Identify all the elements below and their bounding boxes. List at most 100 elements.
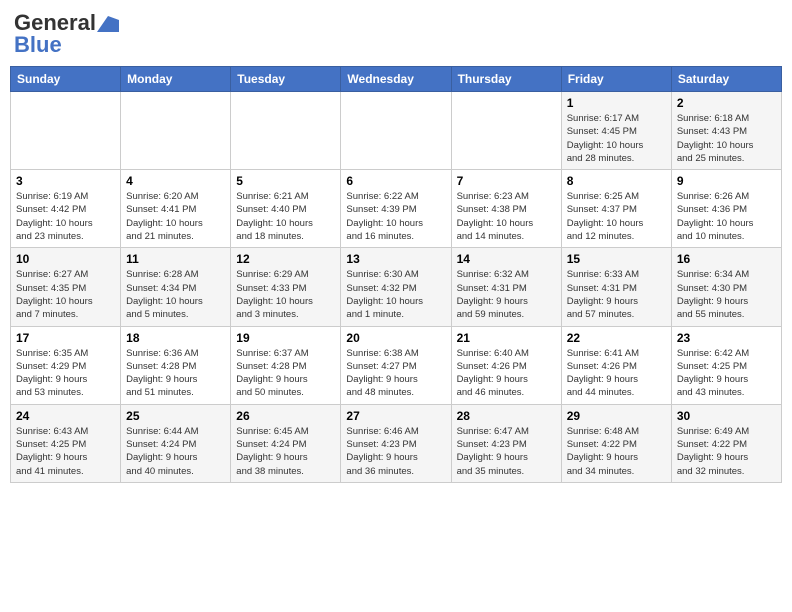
calendar-cell: 24 Sunrise: 6:43 AMSunset: 4:25 PMDayligh…: [11, 404, 121, 482]
day-number: 29: [567, 409, 666, 423]
day-number: 1: [567, 96, 666, 110]
page-header: General Blue: [10, 10, 782, 58]
day-number: 14: [457, 252, 556, 266]
day-number: 15: [567, 252, 666, 266]
calendar-cell: 12 Sunrise: 6:29 AMSunset: 4:33 PMDayligh…: [231, 248, 341, 326]
day-header-thursday: Thursday: [451, 67, 561, 92]
day-info: Sunrise: 6:19 AMSunset: 4:42 PMDaylight:…: [16, 190, 115, 243]
day-number: 21: [457, 331, 556, 345]
day-info: Sunrise: 6:18 AMSunset: 4:43 PMDaylight:…: [677, 112, 776, 165]
day-number: 7: [457, 174, 556, 188]
day-info: Sunrise: 6:40 AMSunset: 4:26 PMDaylight:…: [457, 347, 556, 400]
day-number: 26: [236, 409, 335, 423]
day-header-monday: Monday: [121, 67, 231, 92]
day-info: Sunrise: 6:36 AMSunset: 4:28 PMDaylight:…: [126, 347, 225, 400]
calendar-table: SundayMondayTuesdayWednesdayThursdayFrid…: [10, 66, 782, 483]
calendar-cell: 2 Sunrise: 6:18 AMSunset: 4:43 PMDaylight…: [671, 92, 781, 170]
day-info: Sunrise: 6:48 AMSunset: 4:22 PMDaylight:…: [567, 425, 666, 478]
logo: General Blue: [14, 10, 120, 58]
day-number: 10: [16, 252, 115, 266]
day-number: 16: [677, 252, 776, 266]
day-number: 25: [126, 409, 225, 423]
calendar-cell: 13 Sunrise: 6:30 AMSunset: 4:32 PMDayligh…: [341, 248, 451, 326]
day-number: 4: [126, 174, 225, 188]
calendar-cell: 17 Sunrise: 6:35 AMSunset: 4:29 PMDayligh…: [11, 326, 121, 404]
day-info: Sunrise: 6:37 AMSunset: 4:28 PMDaylight:…: [236, 347, 335, 400]
day-info: Sunrise: 6:25 AMSunset: 4:37 PMDaylight:…: [567, 190, 666, 243]
calendar-cell: 18 Sunrise: 6:36 AMSunset: 4:28 PMDayligh…: [121, 326, 231, 404]
calendar-cell: 6 Sunrise: 6:22 AMSunset: 4:39 PMDaylight…: [341, 170, 451, 248]
calendar-cell: 4 Sunrise: 6:20 AMSunset: 4:41 PMDaylight…: [121, 170, 231, 248]
calendar-cell: 20 Sunrise: 6:38 AMSunset: 4:27 PMDayligh…: [341, 326, 451, 404]
day-number: 8: [567, 174, 666, 188]
calendar-cell: 8 Sunrise: 6:25 AMSunset: 4:37 PMDaylight…: [561, 170, 671, 248]
day-info: Sunrise: 6:41 AMSunset: 4:26 PMDaylight:…: [567, 347, 666, 400]
day-header-sunday: Sunday: [11, 67, 121, 92]
day-info: Sunrise: 6:28 AMSunset: 4:34 PMDaylight:…: [126, 268, 225, 321]
day-info: Sunrise: 6:47 AMSunset: 4:23 PMDaylight:…: [457, 425, 556, 478]
day-number: 20: [346, 331, 445, 345]
day-number: 19: [236, 331, 335, 345]
day-header-wednesday: Wednesday: [341, 67, 451, 92]
calendar-cell: 5 Sunrise: 6:21 AMSunset: 4:40 PMDaylight…: [231, 170, 341, 248]
calendar-cell: 21 Sunrise: 6:40 AMSunset: 4:26 PMDayligh…: [451, 326, 561, 404]
day-header-tuesday: Tuesday: [231, 67, 341, 92]
day-info: Sunrise: 6:32 AMSunset: 4:31 PMDaylight:…: [457, 268, 556, 321]
calendar-cell: 1Sunrise: 6:17 AMSunset: 4:45 PMDaylight…: [561, 92, 671, 170]
day-info: Sunrise: 6:45 AMSunset: 4:24 PMDaylight:…: [236, 425, 335, 478]
logo-blue: Blue: [14, 32, 62, 58]
calendar-cell: 9 Sunrise: 6:26 AMSunset: 4:36 PMDaylight…: [671, 170, 781, 248]
calendar-cell: 15 Sunrise: 6:33 AMSunset: 4:31 PMDayligh…: [561, 248, 671, 326]
calendar-cell: 23 Sunrise: 6:42 AMSunset: 4:25 PMDayligh…: [671, 326, 781, 404]
day-info: Sunrise: 6:43 AMSunset: 4:25 PMDaylight:…: [16, 425, 115, 478]
calendar-cell: [121, 92, 231, 170]
calendar-cell: 3 Sunrise: 6:19 AMSunset: 4:42 PMDaylight…: [11, 170, 121, 248]
calendar-cell: [11, 92, 121, 170]
day-info: Sunrise: 6:49 AMSunset: 4:22 PMDaylight:…: [677, 425, 776, 478]
day-number: 28: [457, 409, 556, 423]
day-header-saturday: Saturday: [671, 67, 781, 92]
day-header-friday: Friday: [561, 67, 671, 92]
calendar-cell: [231, 92, 341, 170]
calendar-cell: 19 Sunrise: 6:37 AMSunset: 4:28 PMDayligh…: [231, 326, 341, 404]
day-info: Sunrise: 6:38 AMSunset: 4:27 PMDaylight:…: [346, 347, 445, 400]
day-number: 2: [677, 96, 776, 110]
day-number: 22: [567, 331, 666, 345]
day-number: 30: [677, 409, 776, 423]
day-number: 3: [16, 174, 115, 188]
day-number: 6: [346, 174, 445, 188]
day-info: Sunrise: 6:33 AMSunset: 4:31 PMDaylight:…: [567, 268, 666, 321]
day-info: Sunrise: 6:20 AMSunset: 4:41 PMDaylight:…: [126, 190, 225, 243]
day-info: Sunrise: 6:44 AMSunset: 4:24 PMDaylight:…: [126, 425, 225, 478]
day-info: Sunrise: 6:22 AMSunset: 4:39 PMDaylight:…: [346, 190, 445, 243]
day-info: Sunrise: 6:29 AMSunset: 4:33 PMDaylight:…: [236, 268, 335, 321]
day-number: 12: [236, 252, 335, 266]
calendar-cell: 14 Sunrise: 6:32 AMSunset: 4:31 PMDayligh…: [451, 248, 561, 326]
day-info: Sunrise: 6:30 AMSunset: 4:32 PMDaylight:…: [346, 268, 445, 321]
day-info: Sunrise: 6:35 AMSunset: 4:29 PMDaylight:…: [16, 347, 115, 400]
calendar-cell: 27Sunrise: 6:46 AMSunset: 4:23 PMDayligh…: [341, 404, 451, 482]
calendar-cell: [451, 92, 561, 170]
day-number: 9: [677, 174, 776, 188]
calendar-cell: 16 Sunrise: 6:34 AMSunset: 4:30 PMDayligh…: [671, 248, 781, 326]
calendar-cell: 30 Sunrise: 6:49 AMSunset: 4:22 PMDayligh…: [671, 404, 781, 482]
calendar-cell: 7 Sunrise: 6:23 AMSunset: 4:38 PMDaylight…: [451, 170, 561, 248]
calendar-cell: 29 Sunrise: 6:48 AMSunset: 4:22 PMDayligh…: [561, 404, 671, 482]
day-info: Sunrise: 6:23 AMSunset: 4:38 PMDaylight:…: [457, 190, 556, 243]
calendar-cell: 28 Sunrise: 6:47 AMSunset: 4:23 PMDayligh…: [451, 404, 561, 482]
day-number: 18: [126, 331, 225, 345]
calendar-cell: 22 Sunrise: 6:41 AMSunset: 4:26 PMDayligh…: [561, 326, 671, 404]
day-info: Sunrise: 6:26 AMSunset: 4:36 PMDaylight:…: [677, 190, 776, 243]
day-number: 13: [346, 252, 445, 266]
day-info: Sunrise: 6:46 AMSunset: 4:23 PMDaylight:…: [346, 425, 445, 478]
calendar-cell: 11 Sunrise: 6:28 AMSunset: 4:34 PMDayligh…: [121, 248, 231, 326]
day-number: 5: [236, 174, 335, 188]
calendar-cell: 26 Sunrise: 6:45 AMSunset: 4:24 PMDayligh…: [231, 404, 341, 482]
day-number: 17: [16, 331, 115, 345]
day-info: Sunrise: 6:34 AMSunset: 4:30 PMDaylight:…: [677, 268, 776, 321]
day-number: 23: [677, 331, 776, 345]
day-info: Sunrise: 6:21 AMSunset: 4:40 PMDaylight:…: [236, 190, 335, 243]
day-number: 11: [126, 252, 225, 266]
day-number: 24: [16, 409, 115, 423]
day-info: Sunrise: 6:42 AMSunset: 4:25 PMDaylight:…: [677, 347, 776, 400]
